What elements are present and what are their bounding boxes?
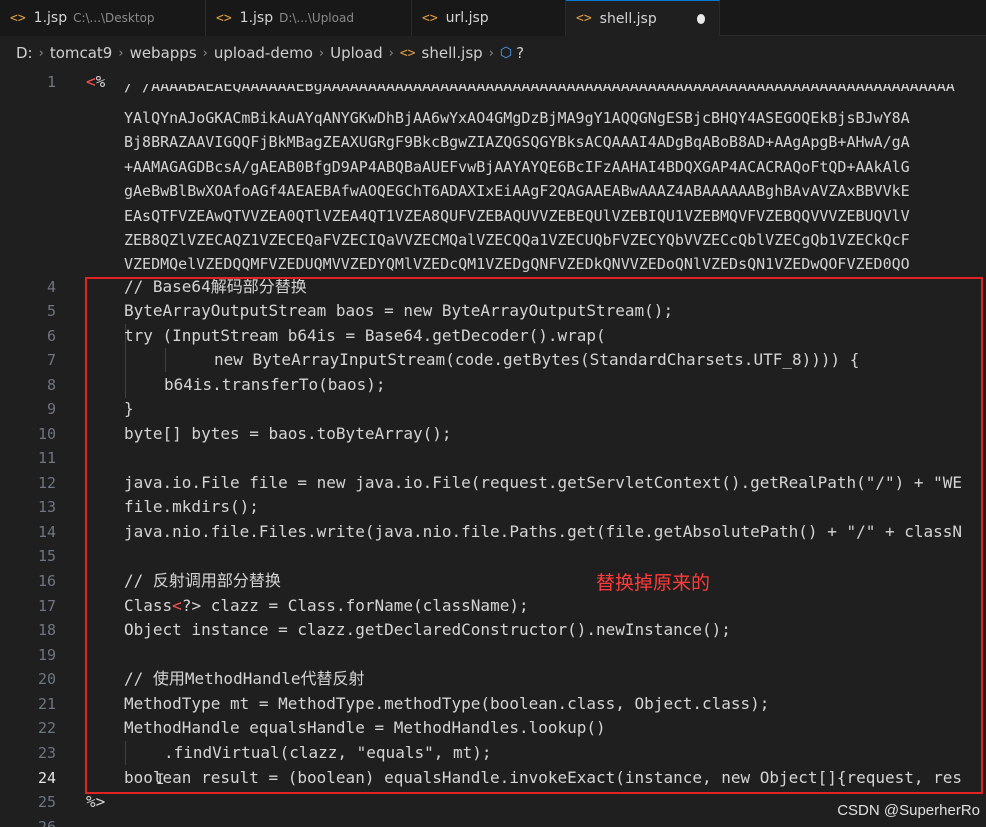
tab-shell-jsp[interactable]: <> shell.jsp: [566, 0, 720, 36]
line-number: 19: [37, 646, 56, 664]
breadcrumb-item[interactable]: upload-demo: [214, 44, 313, 62]
tab-1-jsp-desktop[interactable]: <> 1.jsp C:\...\Desktop: [0, 0, 206, 36]
line-number: 5: [46, 302, 56, 320]
line-number: 13: [37, 498, 56, 516]
tab-label: 1.jsp: [239, 10, 274, 26]
base64-line: / /AAAABAEAEQAAAAAAEBgAAAAAAAAAAAAAAAAAA…: [124, 84, 955, 95]
base64-line: YAlQYnAJoGKACmBikAuAYqANYGKwDhBjAA6wYxAO…: [124, 109, 910, 127]
base64-line: +AAMAGAGDBcsA/gAEAB0BfgD9AP4ABQBaAUEFvwB…: [124, 158, 910, 176]
jsp-file-icon: <>: [399, 45, 416, 61]
breadcrumb-item[interactable]: D:: [16, 44, 33, 62]
line-number: 12: [37, 474, 56, 492]
tab-1-jsp-upload[interactable]: <> 1.jsp D:\...\Upload: [206, 0, 412, 36]
tab-bar: <> 1.jsp C:\...\Desktop <> 1.jsp D:\...\…: [0, 0, 986, 36]
line-number-current: 24: [37, 769, 56, 787]
jsp-file-icon: <>: [216, 10, 232, 26]
base64-line: gAeBwBlBwXOAfoAGf4AEAEBAfwAOQEGChT6ADAXI…: [124, 182, 910, 200]
watermark: CSDN @SuperherRo: [837, 802, 980, 819]
breadcrumb: D: › tomcat9 › webapps › upload-demo › U…: [0, 36, 986, 70]
line-number: 9: [46, 400, 56, 418]
annotation-highlight-box: [85, 277, 983, 794]
annotation-text: 替换掉原来的: [596, 572, 711, 594]
line-number: 14: [37, 523, 56, 541]
symbol-cube-icon: ⬡: [499, 45, 513, 61]
line-number: 4: [46, 278, 56, 296]
base64-line: EAsQTFVZEAwQTVVZEA0QTlVZEA4QT1VZEA8QUFVZ…: [124, 207, 910, 225]
jsp-open-tag: <: [86, 72, 96, 91]
line-number: 18: [37, 621, 56, 639]
base64-line: Bj8BRAZAAVIGQQFjBkMBagZEAXUGRgF9BkcBgwZI…: [124, 133, 910, 151]
line-number: 23: [37, 744, 56, 762]
code-line-1[interactable]: <%: [86, 70, 105, 94]
jsp-file-icon: <>: [422, 10, 438, 26]
line-number: 25: [37, 793, 56, 811]
breadcrumb-item[interactable]: tomcat9: [50, 44, 113, 62]
line-number: 16: [37, 572, 56, 590]
tab-url-jsp[interactable]: <> url.jsp: [412, 0, 566, 36]
line-number: 15: [37, 547, 56, 565]
jsp-open-tag-rest: %: [95, 72, 106, 91]
tab-label: url.jsp: [445, 10, 489, 26]
breadcrumb-symbol[interactable]: ?: [516, 44, 524, 62]
jsp-file-icon: <>: [576, 11, 592, 26]
breadcrumb-file[interactable]: shell.jsp: [422, 44, 483, 62]
tab-path: C:\...\Desktop: [73, 11, 155, 25]
chevron-right-icon: ›: [202, 45, 208, 61]
tab-path: D:\...\Upload: [279, 11, 354, 25]
line-number: 8: [46, 376, 56, 394]
line-number: 10: [37, 425, 56, 443]
breadcrumb-item[interactable]: Upload: [330, 44, 383, 62]
unsaved-dot-icon[interactable]: [696, 13, 705, 24]
line-number: 21: [37, 695, 56, 713]
line-number: 22: [37, 719, 56, 737]
tab-label: shell.jsp: [599, 10, 657, 27]
breadcrumb-item[interactable]: webapps: [130, 44, 197, 62]
base64-line: VZEDMQelVZEDQQMFVZEDUQMVVZEDYQMlVZEDcQM1…: [124, 255, 910, 273]
line-number: 11: [37, 449, 56, 467]
line-number: 7: [46, 351, 56, 369]
line-number: 26: [37, 818, 56, 827]
chevron-right-icon: ›: [388, 45, 394, 61]
line-number: 17: [37, 597, 56, 615]
jsp-file-icon: <>: [10, 10, 26, 26]
tab-label: 1.jsp: [33, 10, 68, 26]
chevron-right-icon: ›: [318, 45, 325, 61]
line-number: 20: [37, 670, 56, 688]
chevron-right-icon: ›: [488, 45, 494, 61]
chevron-right-icon: ›: [118, 45, 124, 61]
text-cursor-icon: I: [156, 772, 165, 788]
base64-line: ZEB8QZlVZECAQZ1VZECEQaFVZECIQaVVZECMQalV…: [124, 231, 910, 249]
line-number: 6: [46, 327, 56, 345]
chevron-right-icon: ›: [38, 45, 44, 61]
line-number: 1: [46, 73, 56, 91]
